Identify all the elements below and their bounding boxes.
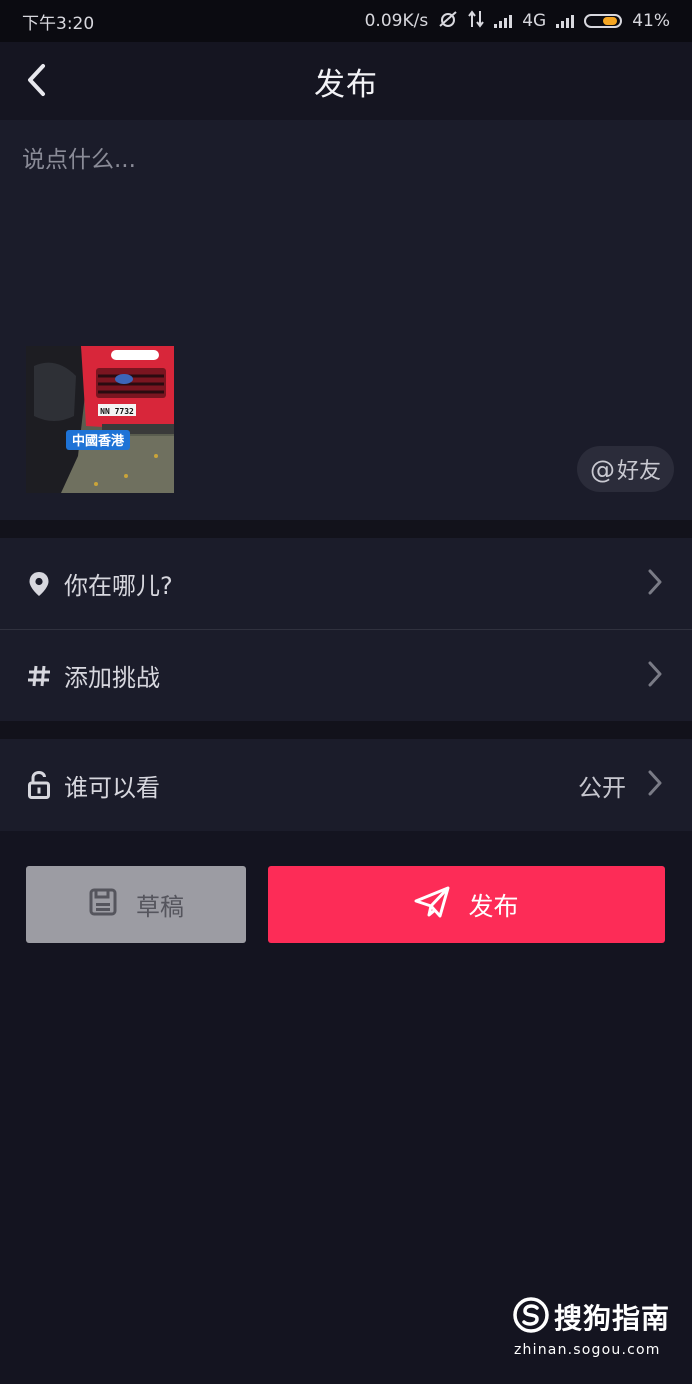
draft-button[interactable]: 草稿 xyxy=(26,866,246,943)
watermark-brand: 搜狗指南 xyxy=(554,1302,671,1335)
status-bar: 下午3:20 0.09K/s 4G 41% xyxy=(0,0,692,42)
signal-icon-2 xyxy=(556,14,575,28)
mention-label: 好友 xyxy=(616,459,661,484)
privacy-row[interactable]: 谁可以看 公开 xyxy=(0,739,692,831)
sogou-logo-icon xyxy=(512,1296,550,1338)
net-speed: 0.09K/s xyxy=(364,11,429,31)
signal-icon xyxy=(494,14,513,28)
watermark-brand-line: 搜狗指南 xyxy=(512,1296,672,1338)
location-row[interactable]: 你在哪儿? xyxy=(0,538,692,629)
privacy-label: 谁可以看 xyxy=(64,773,160,802)
nav-bar: 发布 xyxy=(0,42,692,120)
battery-percent: 41% xyxy=(632,11,670,31)
at-icon: @ xyxy=(589,454,615,484)
caption-input[interactable] xyxy=(20,138,674,342)
thumbnail-plate: NN 7732 xyxy=(100,407,134,416)
thumbnail-image: 中國香港 NN 7732 xyxy=(26,346,174,493)
data-transfer-icon xyxy=(468,9,485,33)
video-thumbnail[interactable]: 中國香港 NN 7732 xyxy=(26,346,174,493)
save-disk-icon xyxy=(88,887,118,923)
draft-label: 草稿 xyxy=(136,893,184,921)
status-time: 下午3:20 xyxy=(22,13,95,34)
unlock-icon xyxy=(26,771,52,799)
chevron-right-icon xyxy=(648,661,662,691)
mention-friends-button[interactable]: @ 好友 xyxy=(577,446,674,492)
paper-plane-icon xyxy=(414,886,450,924)
status-indicators: 0.09K/s 4G 41% xyxy=(364,9,670,33)
challenge-label: 添加挑战 xyxy=(64,664,160,692)
page-title: 发布 xyxy=(314,66,378,103)
composer: 中國香港 NN 7732 @ 好友 xyxy=(0,120,692,520)
back-button[interactable] xyxy=(18,62,54,102)
chevron-right-icon xyxy=(648,770,662,800)
publish-label: 发布 xyxy=(468,891,519,921)
privacy-value: 公开 xyxy=(578,773,626,802)
section-gap xyxy=(0,721,692,739)
sogou-watermark: 搜狗指南 zhinan.sogou.com xyxy=(512,1296,672,1360)
publish-screen: 下午3:20 0.09K/s 4G 41% 发布 说点什么... 中國香港 NN… xyxy=(0,0,692,1384)
watermark-url: zhinan.sogou.com xyxy=(514,1342,661,1358)
battery-icon xyxy=(584,14,623,28)
chevron-left-icon xyxy=(25,63,47,101)
location-label: 你在哪儿? xyxy=(64,572,173,600)
thumbnail-location-overlay: 中國香港 xyxy=(72,433,125,449)
location-pin-icon xyxy=(26,570,52,598)
battery-fill xyxy=(603,17,618,25)
chevron-right-icon xyxy=(648,569,662,599)
section-gap xyxy=(0,520,692,538)
publish-button[interactable]: 发布 xyxy=(268,866,665,943)
network-type: 4G xyxy=(522,11,547,31)
hashtag-icon xyxy=(26,662,52,690)
add-challenge-row[interactable]: 添加挑战 xyxy=(0,630,692,721)
alarm-off-icon xyxy=(438,10,458,33)
